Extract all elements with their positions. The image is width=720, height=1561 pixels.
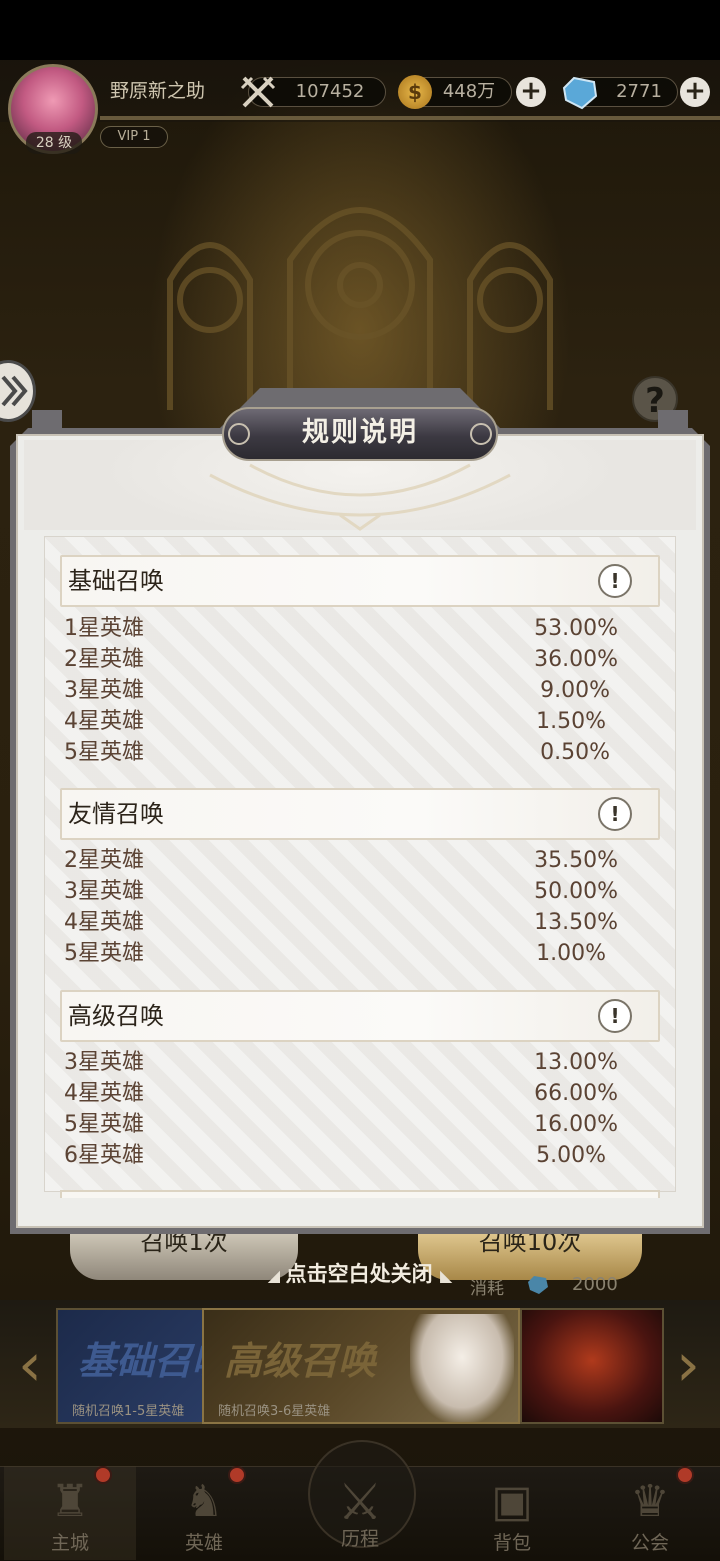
stained-window-decor (167, 207, 553, 410)
rate-row-value: 16.00% (534, 1112, 618, 1137)
section-title-friend-summon: 友情召唤 (68, 800, 164, 828)
exclamation-icon[interactable]: ! (598, 999, 632, 1033)
banner-basic-subtitle: 随机召唤1-5星英雄 (72, 1404, 185, 1419)
double-chevron-right-icon (1, 375, 28, 407)
rate-row-value: 36.00% (534, 647, 618, 672)
status-bar-divider (100, 116, 720, 120)
notification-dot (228, 1466, 246, 1484)
hint-left-arrow-icon: ◢ (267, 1266, 286, 1285)
rate-row-label: 3星英雄 (64, 678, 144, 703)
crossed-swords-icon: ⚔ (337, 1473, 383, 1531)
top-black-bar (0, 0, 720, 60)
player-name: 野原新之助 (110, 80, 206, 102)
banner-hero-art (410, 1314, 514, 1422)
rate-row-label: 5星英雄 (64, 740, 144, 765)
coin-icon: $ (398, 75, 432, 109)
rate-row-label: 2星英雄 (64, 848, 144, 873)
rate-row-label: 4星英雄 (64, 910, 144, 935)
section-title-advanced-summon: 高级召唤 (68, 1002, 164, 1030)
close-hint-text: 点击空白处关闭 (285, 1262, 433, 1286)
rules-title: 规则说明 (302, 417, 418, 448)
nav-label-backpack: 背包 (492, 1532, 531, 1554)
banner-advanced-title: 高级召唤 (224, 1338, 377, 1383)
cost-label: 消耗 (470, 1279, 504, 1299)
banner-basic-title: 基础召唤 (78, 1338, 204, 1383)
exclamation-icon[interactable]: ! (598, 797, 632, 831)
rate-row-value: 66.00% (534, 1081, 618, 1106)
nav-label-journey: 历程 (340, 1528, 379, 1550)
rate-row-value: 13.50% (534, 910, 618, 935)
banner-advanced-subtitle: 随机召唤3-6星英雄 (218, 1404, 331, 1419)
rate-row-label: 2星英雄 (64, 647, 144, 672)
notification-dot (676, 1466, 694, 1484)
rate-row-label: 3星英雄 (64, 1050, 144, 1075)
vip-badge[interactable]: VIP 1 (100, 126, 168, 148)
hint-right-arrow-icon: ◣ (439, 1266, 453, 1285)
nav-label-heroes: 英雄 (184, 1532, 223, 1554)
nav-item-guild[interactable]: ♛ 公会 (584, 1466, 716, 1560)
rate-row-value: 1.00% (536, 941, 606, 966)
rate-row-label: 5星英雄 (64, 1112, 144, 1137)
diamond-value: 2771 (616, 81, 662, 102)
section-title-basic-summon: 基础召唤 (68, 567, 164, 595)
rate-row-label: 4星英雄 (64, 1081, 144, 1106)
rate-row-value: 53.00% (534, 616, 618, 641)
header-ornament-decor (209, 463, 511, 531)
add-gold-button[interactable]: + (516, 77, 546, 107)
notification-dot (94, 1466, 112, 1484)
summon-ten-label: 召唤10次 (478, 1232, 582, 1256)
rate-row-value: 1.50% (536, 709, 606, 734)
gold-value: 448万 (442, 81, 496, 102)
rate-row-label: 4星英雄 (64, 709, 144, 734)
player-level: 28 级 (26, 132, 82, 154)
rate-row-value: 9.00% (540, 678, 610, 703)
rate-row-label: 6星英雄 (64, 1143, 144, 1168)
castle-icon: ♜ (50, 1476, 90, 1527)
nav-item-main-city[interactable]: ♜ 主城 (4, 1466, 136, 1560)
rate-row-label: 3星英雄 (64, 879, 144, 904)
rate-row-value: 50.00% (534, 879, 618, 904)
rate-row-value: 13.00% (534, 1050, 618, 1075)
nav-label-main-city: 主城 (50, 1532, 89, 1554)
gem-icon (562, 76, 598, 110)
backpack-icon: ▣ (491, 1476, 533, 1527)
nav-item-journey[interactable]: ⚔ 历程 (294, 1440, 426, 1560)
nav-item-heroes[interactable]: ♞ 英雄 (138, 1466, 270, 1560)
banner-advanced-summon[interactable]: 高级召唤 随机召唤3-6星英雄 (202, 1308, 520, 1424)
rate-row-value: 35.50% (534, 848, 618, 873)
exclamation-icon[interactable]: ! (598, 564, 632, 598)
crossed-swords-icon (240, 76, 276, 108)
cost-gem-icon (526, 1274, 550, 1296)
carousel-next-icon[interactable]: › (668, 1320, 708, 1410)
summon-once-label: 召唤1次 (140, 1232, 228, 1256)
add-diamond-button[interactable]: + (680, 77, 710, 107)
carousel-prev-icon[interactable]: ‹ (10, 1320, 50, 1410)
side-expand-button[interactable] (0, 360, 36, 422)
banner-hero-art-red[interactable] (520, 1308, 664, 1424)
nav-label-guild: 公会 (630, 1532, 669, 1554)
guild-crest-icon: ♛ (630, 1476, 670, 1527)
rate-row-label: 1星英雄 (64, 616, 144, 641)
banner-basic-summon[interactable]: 基础召唤 随机召唤1-5星英雄 (56, 1308, 206, 1424)
nav-item-backpack[interactable]: ▣ 背包 (446, 1466, 578, 1560)
rate-row-label: 5星英雄 (64, 941, 144, 966)
rate-row-value: 0.50% (540, 740, 610, 765)
cost-value: 2000 (572, 1274, 618, 1295)
section-header-partial (60, 1190, 660, 1198)
rate-row-value: 5.00% (536, 1143, 606, 1168)
power-value: 107452 (295, 81, 365, 102)
hero-helmet-icon: ♞ (184, 1476, 224, 1527)
